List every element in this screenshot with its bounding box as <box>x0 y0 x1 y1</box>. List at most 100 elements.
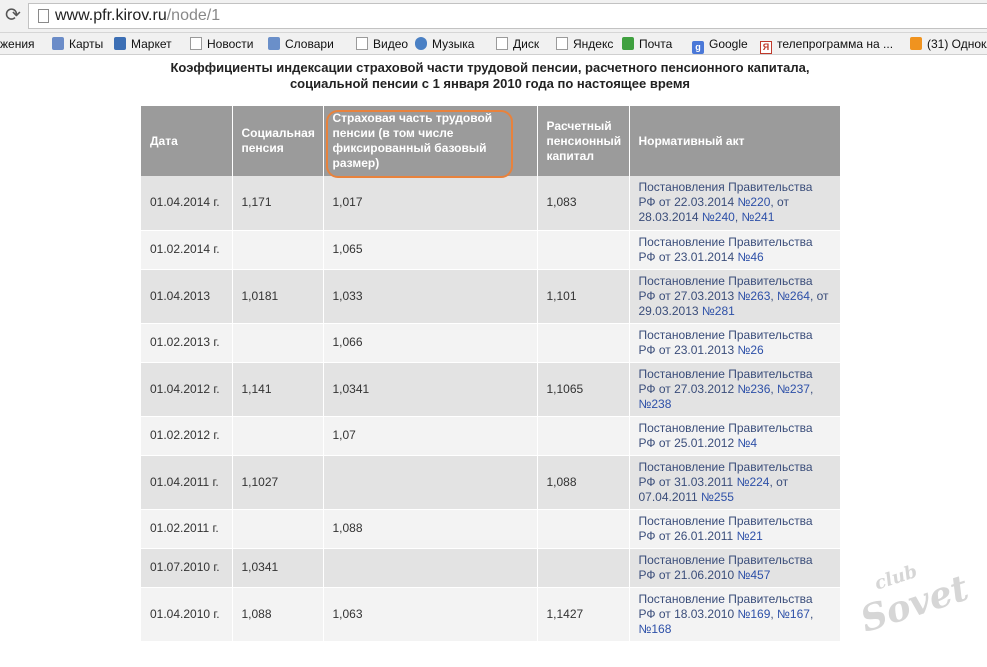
bookmark-label: Диск <box>513 37 540 51</box>
header-insurance-part: Страховая часть трудовой пенсии (в том ч… <box>323 106 538 176</box>
bookmark-item[interactable]: Почта <box>622 36 672 53</box>
cell-regulatory-act: Постановление Правительства РФ от 27.03.… <box>629 362 841 417</box>
act-number-link[interactable]: №240 <box>702 210 735 224</box>
bookmark-label: Словари <box>285 37 334 51</box>
table-row: 01.04.2012 г. 1,141 1,0341 1,1065 Постановле… <box>141 362 841 417</box>
act-number-link[interactable]: №236 <box>737 382 770 396</box>
cell-social: 1,141 <box>232 362 324 417</box>
market-icon <box>114 37 126 50</box>
indexation-table: Дата Социальная пенсия Страховая часть т… <box>141 106 841 642</box>
table-row: 01.07.2010 г. 1,0341 Постановление Правите… <box>141 548 841 588</box>
bookmark-item[interactable]: Яндекс <box>556 36 613 53</box>
cell-insurance <box>323 548 538 588</box>
act-number-link[interactable]: №4 <box>737 436 757 450</box>
header-social-pension: Социальная пенсия <box>232 106 324 176</box>
mail-icon <box>622 37 634 50</box>
bookmark-item[interactable]: Маркет <box>114 36 172 53</box>
act-number-link[interactable]: №169 <box>737 607 770 621</box>
act-text: , <box>809 381 814 396</box>
bookmark-item[interactable]: Диск <box>496 36 539 53</box>
act-number-link[interactable]: №26 <box>737 343 763 357</box>
cell-insurance: 1,017 <box>323 176 538 231</box>
cell-date: 01.02.2011 г. <box>141 509 233 549</box>
table-row: 01.02.2012 г. 1,07 Постановление Правитель… <box>141 416 841 456</box>
act-number-link[interactable]: №281 <box>702 304 735 318</box>
bookmarks-bar: жения Карты Маркет Новости Словари Видео Музык… <box>0 33 987 55</box>
table-row: 01.02.2013 г. 1,066 Постановление Правител… <box>141 323 841 363</box>
cell-capital <box>537 548 630 588</box>
maps-icon <box>52 37 64 50</box>
cell-capital <box>537 416 630 456</box>
bookmark-item[interactable]: g Google <box>692 36 748 54</box>
act-number-link[interactable]: №220 <box>737 195 770 209</box>
act-number-link[interactable]: №168 <box>639 622 672 636</box>
browser-toolbar: ⟳ www.pfr.kirov.ru/node/1 <box>0 0 987 33</box>
act-number-link[interactable]: №46 <box>737 250 763 264</box>
act-number-link[interactable]: №224 <box>737 475 770 489</box>
cell-regulatory-act: Постановление Правительства РФ от 31.03.… <box>629 455 841 510</box>
cell-social: 1,0341 <box>232 548 324 588</box>
cell-date: 01.02.2012 г. <box>141 416 233 456</box>
address-bar[interactable]: www.pfr.kirov.ru/node/1 <box>28 3 987 29</box>
act-number-link[interactable]: №263 <box>737 289 770 303</box>
table-row: 01.04.2011 г. 1,1027 1,088 Постановление Пр… <box>141 455 841 510</box>
bookmark-label: телепрограмма на ... <box>777 37 894 51</box>
cell-insurance: 1,0341 <box>323 362 538 417</box>
table-row: 01.04.2013 1,0181 1,033 1,101 Постановление … <box>141 269 841 324</box>
act-number-link[interactable]: №241 <box>741 210 774 224</box>
cell-insurance: 1,07 <box>323 416 538 456</box>
bookmark-item[interactable]: Карты <box>52 36 103 53</box>
page-icon <box>38 9 49 23</box>
act-number-link[interactable]: №255 <box>701 490 734 504</box>
act-number-link[interactable]: №264 <box>777 289 810 303</box>
header-date: Дата <box>141 106 233 176</box>
cell-date: 01.02.2013 г. <box>141 323 233 363</box>
cell-regulatory-act: Постановление Правительства РФ от 18.03.… <box>629 587 841 642</box>
table-row: 01.04.2010 г. 1,088 1,063 1,1427 Постановлен… <box>141 587 841 642</box>
reload-icon[interactable]: ⟳ <box>2 5 24 27</box>
bookmark-item[interactable]: Словари <box>268 36 334 53</box>
cell-capital <box>537 230 630 270</box>
bookmark-item[interactable]: жения <box>0 36 35 53</box>
bookmark-item[interactable]: Новости <box>190 36 253 53</box>
cell-date: 01.04.2010 г. <box>141 587 233 642</box>
page-icon <box>496 37 508 50</box>
act-number-link[interactable]: №238 <box>639 397 672 411</box>
cell-social <box>232 416 324 456</box>
bookmark-item[interactable]: (31) Одноклассники <box>910 36 987 53</box>
cell-regulatory-act: Постановление Правительства РФ от 21.06.… <box>629 548 841 588</box>
bookmark-label: Карты <box>69 37 104 51</box>
act-text: , <box>809 606 814 621</box>
act-number-link[interactable]: №457 <box>737 568 770 582</box>
act-text: Постановление Правительства РФ от 23.01.… <box>638 234 813 264</box>
cell-capital: 1,1427 <box>537 587 630 642</box>
cell-regulatory-act: Постановление Правительства РФ от 23.01.… <box>629 230 841 270</box>
watermark-logo: club Sovet <box>855 561 974 641</box>
bookmark-label: Маркет <box>131 37 172 51</box>
act-number-link[interactable]: №167 <box>777 607 810 621</box>
bookmark-label: Музыка <box>432 37 475 51</box>
act-number-link[interactable]: №237 <box>777 382 810 396</box>
bookmark-item[interactable]: Музыка <box>415 36 474 53</box>
cell-date: 01.07.2010 г. <box>141 548 233 588</box>
cell-social <box>232 323 324 363</box>
cell-insurance: 1,033 <box>323 269 538 324</box>
bookmark-label: (31) Одноклассники <box>927 37 987 51</box>
cell-social: 1,171 <box>232 176 324 231</box>
table-row: 01.02.2011 г. 1,088 Постановление Правител… <box>141 509 841 549</box>
cell-social <box>232 230 324 270</box>
cell-capital: 1,101 <box>537 269 630 324</box>
act-number-link[interactable]: №21 <box>737 529 763 543</box>
cell-insurance <box>323 455 538 510</box>
bookmark-label: Видео <box>373 37 409 51</box>
bookmark-item[interactable]: Ятелепрограмма на ... <box>760 36 894 54</box>
dictionary-icon <box>268 37 280 50</box>
google-icon: g <box>692 41 704 54</box>
act-text: Постановление Правительства РФ от 21.06.… <box>638 552 813 582</box>
cell-insurance: 1,065 <box>323 230 538 270</box>
bookmark-item[interactable]: Видео <box>356 36 408 53</box>
cell-regulatory-act: Постановление Правительства РФ от 26.01.… <box>629 509 841 549</box>
cell-date: 01.04.2013 <box>141 269 233 324</box>
page-title: Коэффициенты индексации страховой части … <box>170 60 810 91</box>
odnoklassniki-icon <box>910 37 922 50</box>
